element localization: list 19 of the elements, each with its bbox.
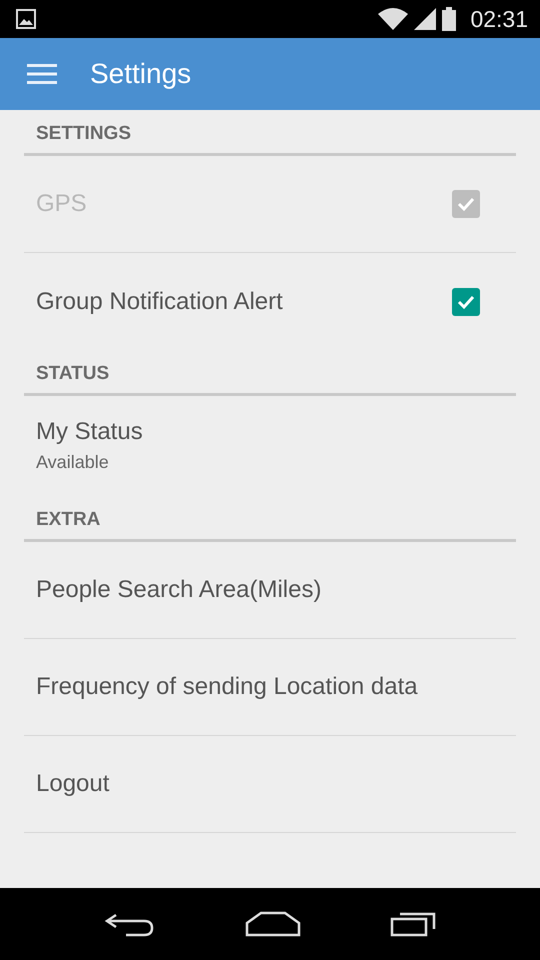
home-icon[interactable] <box>244 911 301 937</box>
section-header: STATUS <box>24 350 516 396</box>
setting-title[interactable]: Logout <box>36 770 110 798</box>
clock-time: 02:31 <box>470 6 528 32</box>
section-header: EXTRA <box>24 496 516 542</box>
screen-title: Settings <box>90 58 192 90</box>
signal-icon <box>414 8 436 30</box>
battery-icon <box>442 7 456 31</box>
recents-icon[interactable] <box>390 911 436 937</box>
section-header: SETTINGS <box>24 110 516 156</box>
setting-title[interactable]: Frequency of sending Location data <box>36 673 418 701</box>
setting-title[interactable]: Group Notification Alert <box>36 288 283 316</box>
setting-title[interactable]: People Search Area(Miles) <box>36 576 322 604</box>
image-icon <box>16 9 36 29</box>
setting-summary: Available <box>36 452 110 473</box>
wifi-icon <box>378 8 408 30</box>
menu-icon[interactable] <box>27 64 57 84</box>
checkbox[interactable] <box>452 288 480 316</box>
setting-title[interactable]: My Status <box>36 418 143 446</box>
